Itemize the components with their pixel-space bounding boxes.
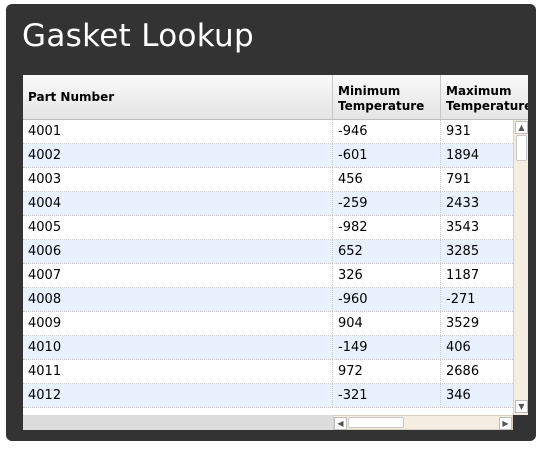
part-number-cell: 4003 (23, 168, 333, 191)
table-row[interactable]: 4004 -259 2433 (23, 192, 513, 216)
min-temp-cell: -960 (333, 288, 441, 311)
table-row[interactable]: 4010 -149 406 (23, 336, 513, 360)
table-row[interactable]: 4012 -321 346 (23, 384, 513, 408)
max-temp-cell: 406 (446, 340, 471, 355)
max-temp-cell: 346 (446, 388, 471, 403)
part-number-cell: 4008 (23, 288, 333, 311)
part-number-cell: 4002 (23, 144, 333, 167)
column-header-maximum-temperature[interactable]: Maximum Temperature (441, 75, 528, 119)
part-number-cell: 4004 (23, 192, 333, 215)
max-temp-cell: 2433 (446, 196, 480, 211)
table-row[interactable]: 4011 972 2686 (23, 360, 513, 384)
grid-body: 4001 -946 931 4002 -601 1894 4003 456 79… (23, 120, 513, 408)
min-temp-cell: 972 (333, 360, 441, 383)
part-number-cell: 4010 (23, 336, 333, 359)
column-header-label-line2: Temperature (338, 98, 425, 113)
vertical-scroll-thumb[interactable] (516, 135, 527, 161)
table-row[interactable]: 4008 -960 -271 (23, 288, 513, 312)
part-number-cell: 4011 (23, 360, 333, 383)
scroll-left-icon[interactable]: ◀ (334, 417, 347, 430)
table-row[interactable]: 4002 -601 1894 (23, 144, 513, 168)
part-number-cell: 4007 (23, 264, 333, 287)
max-temp-cell: -271 (446, 292, 476, 307)
max-temp-cell: 3529 (446, 316, 480, 331)
gasket-lookup-panel: Gasket Lookup Part Number Minimum Temper… (6, 4, 536, 441)
table-row[interactable]: 4001 -946 931 (23, 120, 513, 144)
column-header-label-line2: Temperature (446, 98, 528, 113)
horizontal-scrollbar[interactable]: ◀ ▶ (333, 415, 513, 430)
column-header-label-line1: Maximum (446, 83, 512, 98)
column-header-label-line1: Minimum (338, 83, 401, 98)
max-temp-cell: 2686 (446, 364, 480, 379)
max-temp-cell: 1894 (446, 148, 480, 163)
scrollbar-corner (513, 415, 528, 430)
part-number-cell: 4009 (23, 312, 333, 335)
max-temp-cell: 3543 (446, 220, 480, 235)
min-temp-cell: -149 (333, 336, 441, 359)
column-header-part-number[interactable]: Part Number (23, 75, 333, 119)
horizontal-scrollbar-area: ◀ ▶ (23, 415, 528, 430)
min-temp-cell: 326 (333, 264, 441, 287)
part-number-cell: 4005 (23, 216, 333, 239)
grid-header: Part Number Minimum Temperature Maximum … (23, 75, 528, 120)
table-row[interactable]: 4007 326 1187 (23, 264, 513, 288)
table-row[interactable]: 4005 -982 3543 (23, 216, 513, 240)
scroll-up-icon[interactable]: ▲ (515, 121, 528, 134)
part-number-cell: 4006 (23, 240, 333, 263)
min-temp-cell: -946 (333, 120, 441, 143)
horizontal-scroll-thumb[interactable] (348, 417, 404, 428)
page-title: Gasket Lookup (22, 18, 254, 54)
part-number-cell: 4012 (23, 384, 333, 407)
column-header-minimum-temperature[interactable]: Minimum Temperature (333, 75, 441, 119)
max-temp-cell: 3285 (446, 244, 480, 259)
min-temp-cell: -259 (333, 192, 441, 215)
min-temp-cell: 904 (333, 312, 441, 335)
scroll-right-icon[interactable]: ▶ (499, 417, 512, 430)
min-temp-cell: 456 (333, 168, 441, 191)
max-temp-cell: 931 (446, 124, 471, 139)
column-header-label: Part Number (28, 89, 115, 104)
table-row[interactable]: 4003 456 791 (23, 168, 513, 192)
table-row[interactable]: 4009 904 3529 (23, 312, 513, 336)
vertical-scrollbar[interactable]: ▲ ▼ (513, 120, 528, 415)
max-temp-cell: 791 (446, 172, 471, 187)
max-temp-cell: 1187 (446, 268, 480, 283)
gasket-grid: Part Number Minimum Temperature Maximum … (23, 75, 528, 430)
table-row[interactable]: 4006 652 3285 (23, 240, 513, 264)
scroll-down-icon[interactable]: ▼ (515, 400, 528, 413)
min-temp-cell: -321 (333, 384, 441, 407)
min-temp-cell: -982 (333, 216, 441, 239)
min-temp-cell: -601 (333, 144, 441, 167)
part-number-cell: 4001 (23, 120, 333, 143)
min-temp-cell: 652 (333, 240, 441, 263)
